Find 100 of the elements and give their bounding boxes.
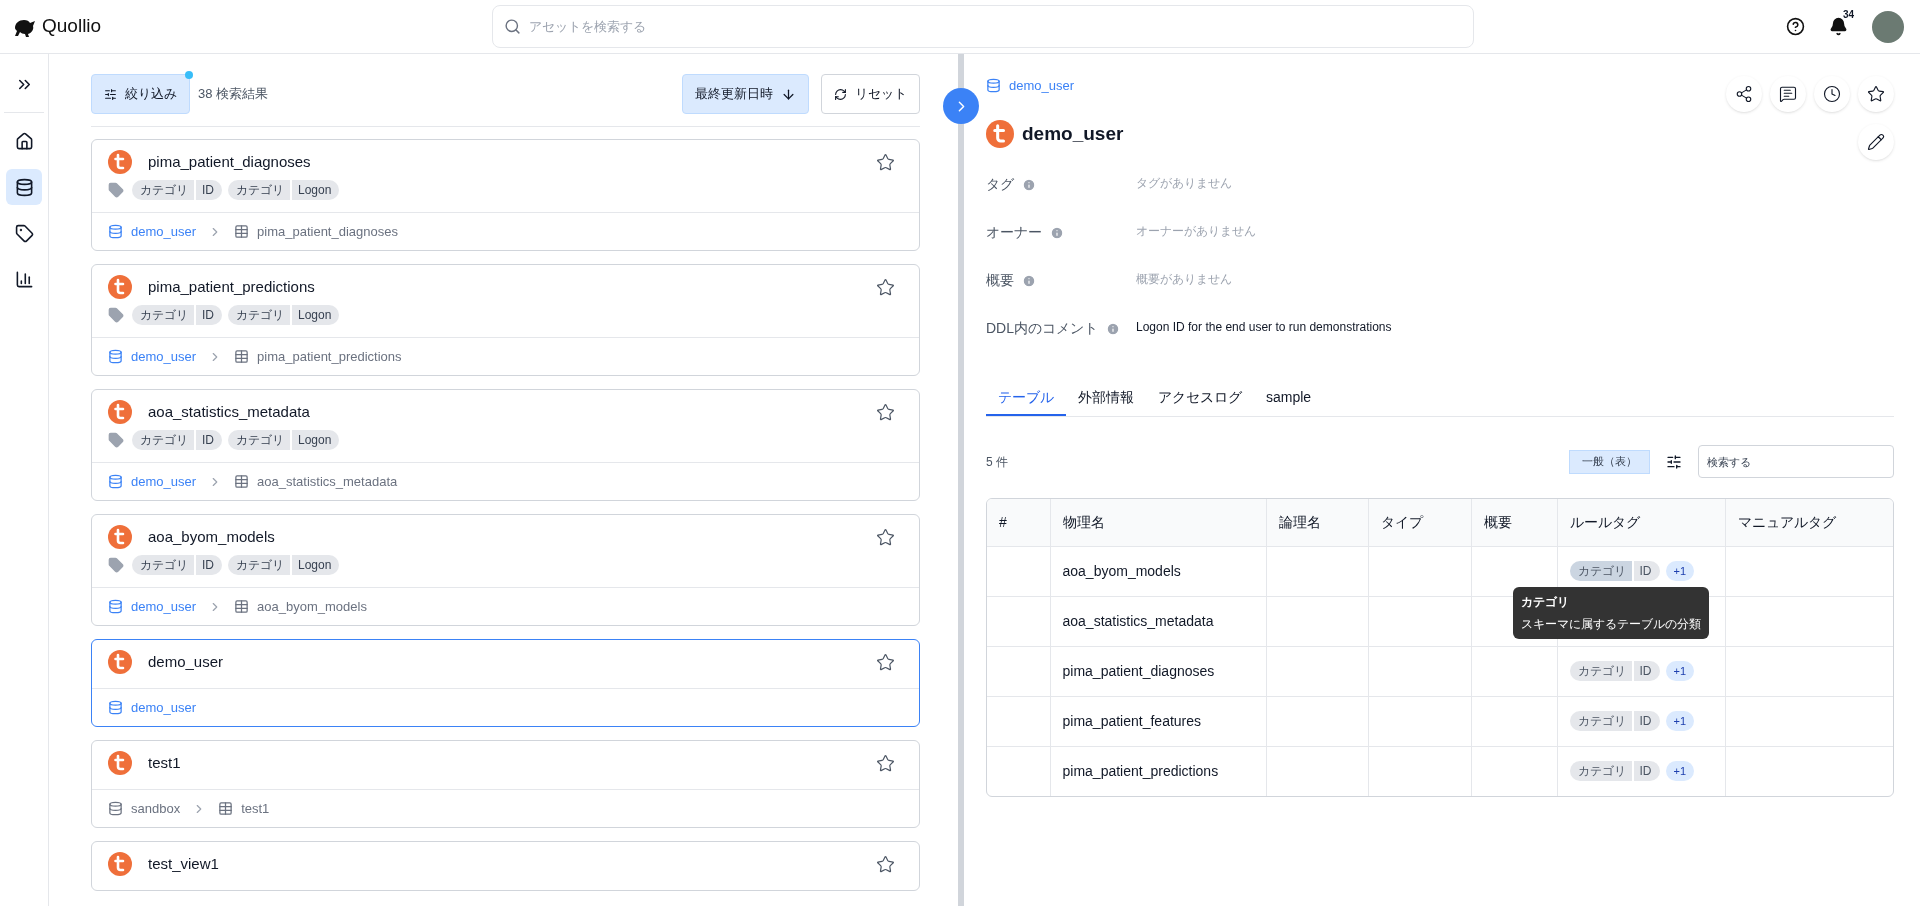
tag-chip[interactable]: カテゴリ: [132, 430, 194, 450]
field-value: オーナーがありません: [1136, 223, 1256, 240]
info-icon: [1106, 321, 1120, 336]
table-icon: [218, 801, 234, 816]
star-icon[interactable]: [876, 527, 895, 547]
tag-chip[interactable]: ID: [196, 555, 222, 575]
tag-chip[interactable]: ID: [196, 430, 222, 450]
star-icon[interactable]: [876, 402, 895, 422]
asset-card[interactable]: aoa_byom_models カテゴリ ID カテゴリ Logon demo_user aoa_byom_models: [91, 514, 920, 626]
table-type-icon: [108, 852, 132, 876]
table-cell: aoa_statistics_metadata: [1050, 596, 1266, 646]
database-icon: [108, 700, 123, 715]
schema-link[interactable]: demo_user: [131, 471, 197, 492]
help-icon[interactable]: [1786, 17, 1805, 36]
tab[interactable]: sample: [1254, 380, 1324, 416]
tag-chip[interactable]: カテゴリ: [228, 305, 290, 325]
tag-chip[interactable]: カテゴリ: [132, 555, 194, 575]
breadcrumb-link[interactable]: demo_user: [1009, 76, 1075, 96]
table-search-field[interactable]: 検索する: [1698, 445, 1894, 478]
schema-link[interactable]: demo_user: [131, 221, 197, 242]
table-type-icon: [108, 275, 132, 299]
tag-chip[interactable]: ID: [196, 180, 222, 200]
info-icon: [1050, 225, 1064, 240]
more-badge[interactable]: +1: [1665, 561, 1695, 581]
tag-chip[interactable]: ID: [1633, 661, 1660, 681]
star-icon[interactable]: [876, 753, 895, 773]
star-icon[interactable]: [876, 152, 895, 172]
star-icon[interactable]: [876, 277, 895, 297]
tag-chip[interactable]: カテゴリ: [1569, 661, 1632, 681]
schema-link[interactable]: demo_user: [131, 346, 197, 367]
tab[interactable]: アクセスログ: [1146, 380, 1254, 416]
more-badge[interactable]: +1: [1665, 711, 1695, 731]
search-field[interactable]: アセットを検索する: [492, 5, 1474, 48]
avatar[interactable]: [1872, 10, 1904, 43]
tag-chip[interactable]: ID: [1633, 711, 1660, 731]
more-badge[interactable]: +1: [1665, 761, 1695, 782]
asset-title: aoa_statistics_metadata: [148, 401, 311, 422]
sliders-icon[interactable]: [1666, 453, 1682, 470]
column-header: #: [987, 499, 1050, 546]
tag-chip[interactable]: ID: [1633, 761, 1660, 782]
table-type-icon: [108, 525, 132, 549]
row-count: 5 件: [986, 453, 1009, 471]
database-icon: [108, 474, 123, 489]
database-icon: [108, 224, 123, 239]
tag-chip[interactable]: Logon: [292, 430, 340, 450]
tag-chip[interactable]: カテゴリ: [228, 430, 290, 450]
field-value: Logon ID for the end user to run demonstrations: [1136, 319, 1392, 336]
asset-card[interactable]: test_view1: [91, 841, 920, 891]
asset-card[interactable]: aoa_statistics_metadata カテゴリ ID カテゴリ Logon demo_user aoa_statistics_metadata: [91, 389, 920, 501]
asset-card[interactable]: demo_user demo_user: [91, 639, 920, 727]
path-label: test1: [241, 799, 270, 818]
table-type-icon: [108, 751, 132, 775]
filter-button[interactable]: 絞り込み: [91, 74, 190, 114]
tab[interactable]: 外部情報: [1066, 380, 1146, 416]
asset-card[interactable]: pima_patient_diagnoses カテゴリ ID カテゴリ Logon demo_user pima_patient_diagnoses: [91, 139, 920, 251]
reset-button[interactable]: リセット: [821, 74, 920, 114]
path-label: pima_patient_predictions: [257, 347, 402, 366]
tag-chip[interactable]: カテゴリ: [1569, 711, 1632, 731]
tag-chip[interactable]: カテゴリ: [132, 180, 194, 200]
tag-chip[interactable]: カテゴリ: [1569, 761, 1632, 782]
collapse-button[interactable]: [943, 88, 979, 124]
pencil-icon: [1867, 133, 1885, 151]
tag-chip[interactable]: カテゴリ: [228, 555, 290, 575]
schema-link[interactable]: demo_user: [131, 596, 197, 617]
database-icon: [14, 177, 34, 197]
asset-title: aoa_byom_models: [148, 526, 276, 547]
sort-button[interactable]: 最終更新日時: [682, 74, 809, 114]
tag-chip[interactable]: カテゴリ: [1569, 561, 1632, 581]
database-icon: [108, 599, 123, 614]
table-cell: aoa_byom_models: [1050, 546, 1266, 596]
sidebar-item[interactable]: [6, 169, 42, 205]
tag-chip[interactable]: カテゴリ: [228, 180, 290, 200]
column-header: 概要: [1471, 499, 1557, 546]
tag-chip[interactable]: ID: [1633, 561, 1660, 581]
star-icon[interactable]: [876, 652, 895, 672]
tag-icon: [108, 182, 124, 198]
tag-icon: [108, 432, 124, 448]
column-header: 物理名: [1050, 499, 1266, 546]
tag-chip[interactable]: Logon: [292, 555, 340, 575]
tab[interactable]: テーブル: [986, 380, 1066, 416]
view-button[interactable]: 一般（表）: [1569, 449, 1650, 474]
table-type-icon: [986, 119, 1014, 148]
asset-title: test_view1: [148, 853, 220, 874]
notification-icon[interactable]: [1829, 17, 1848, 36]
notification-count: 34: [1843, 8, 1855, 22]
field-label: タグ: [986, 175, 1014, 194]
table-icon: [234, 474, 250, 489]
tag-chip[interactable]: ID: [196, 305, 222, 325]
star-icon[interactable]: [876, 854, 895, 874]
schema-link[interactable]: demo_user: [131, 697, 197, 718]
tag-chip[interactable]: Logon: [292, 305, 340, 325]
field-value: 概要がありません: [1136, 271, 1232, 288]
home-icon: [14, 131, 34, 151]
more-badge[interactable]: +1: [1665, 661, 1695, 681]
tag-chip[interactable]: Logon: [292, 180, 340, 200]
table-cell: pima_patient_diagnoses: [1050, 646, 1266, 696]
tag-chip[interactable]: カテゴリ: [132, 305, 194, 325]
asset-card[interactable]: test1 sandbox test1: [91, 740, 920, 828]
asset-card[interactable]: pima_patient_predictions カテゴリ ID カテゴリ Logon demo_user pima_patient_predictions: [91, 264, 920, 376]
table-type-icon: [108, 400, 132, 424]
